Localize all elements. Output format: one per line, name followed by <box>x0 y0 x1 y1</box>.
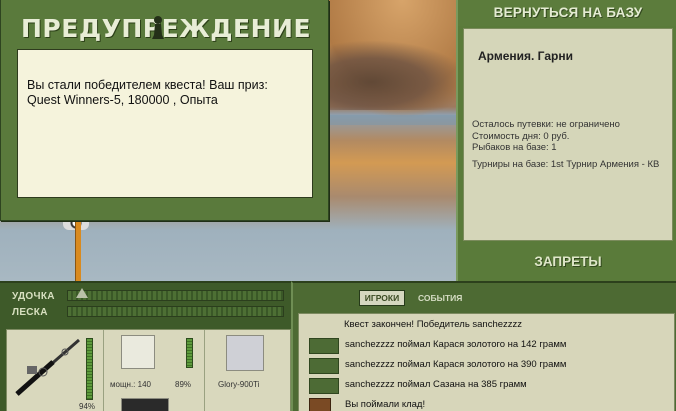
rod-meter-label: УДОЧКА <box>12 291 55 302</box>
chat-panel: ИГРОКИ СОБЫТИЯ Квест закончен! Победител… <box>291 281 676 411</box>
line-name: Glory-900Ti <box>218 380 260 389</box>
rod-durability-bar <box>86 338 93 400</box>
event-item: Вы поймали клад! <box>345 399 426 410</box>
fish-icon <box>309 378 339 394</box>
warning-dialog: ПРЕДУПРЕЖДЕНИЕ Вы стали победителем квес… <box>0 0 329 221</box>
warning-title: ПРЕДУПРЕЖДЕНИЕ <box>21 14 312 43</box>
event-item: sanchezzzz поймал Карася золотого на 142… <box>345 339 567 350</box>
warning-message-line: Quest Winners-5, 180000 , Опыта <box>27 93 218 107</box>
return-to-base-button[interactable]: ВЕРНУТЬСЯ НА БАЗУ <box>458 0 676 26</box>
base-info: Осталось путевки: не ограничено Стоимост… <box>472 119 668 170</box>
tournaments-info: Турниры на базе: 1st Турнир Армения - КВ <box>472 158 660 170</box>
rod-meter-pointer-icon <box>76 288 88 298</box>
mountain-shadow <box>330 40 456 110</box>
fish-icon <box>309 338 339 354</box>
tab-players[interactable]: ИГРОКИ <box>359 290 405 306</box>
line-spool-icon <box>226 335 264 371</box>
line-slot[interactable]: Glory-900Ti <box>206 330 292 411</box>
reel-power: мощн.: 140 <box>110 380 151 389</box>
tackle-panel: УДОЧКА ЛЕСКА 94% мощн.: 140 89% Glory-90… <box>0 281 291 411</box>
bait-icon <box>121 398 169 411</box>
base-panel: ВЕРНУТЬСЯ НА БАЗУ Армения. Гарни Осталос… <box>456 0 676 281</box>
base-name: Армения. Гарни <box>478 49 573 63</box>
reel-percent: 89% <box>175 380 192 389</box>
reel-icon <box>121 335 155 369</box>
event-item: Квест закончен! Победитель sanchezzzz <box>344 319 523 330</box>
rod-icon <box>15 338 80 396</box>
tab-events[interactable]: СОБЫТИЯ <box>418 290 462 306</box>
tackle-slots: 94% мощн.: 140 89% Glory-900Ti <box>6 329 291 411</box>
permits-info: Осталось путевки: не ограничено <box>472 119 620 130</box>
rod-slot[interactable]: 94% <box>7 330 104 411</box>
event-item: sanchezzzz поймал Карася золотого на 390… <box>345 359 567 370</box>
fishing-rod[interactable] <box>75 222 81 281</box>
reel-slot[interactable]: мощн.: 140 89% <box>105 330 205 411</box>
rod-percent: 94% <box>79 402 96 411</box>
bans-button[interactable]: ЗАПРЕТЫ <box>458 248 676 276</box>
warning-message: Вы стали победителем квеста! Ваш приз: Q… <box>17 49 313 198</box>
rod-tension-meter <box>67 290 284 301</box>
base-info-box: Армения. Гарни Осталось путевки: не огра… <box>463 28 673 241</box>
event-item: sanchezzzz поймал Сазана на 385 грамм <box>345 379 527 390</box>
line-tension-meter <box>67 306 284 317</box>
fish-icon <box>309 358 339 374</box>
line-meter-label: ЛЕСКА <box>12 307 48 318</box>
cost-info: Стоимость дня: 0 руб. <box>472 130 570 142</box>
treasure-chest-icon <box>309 398 331 411</box>
pawn-icon <box>152 16 164 39</box>
warning-message-line: Вы стали победителем квеста! Ваш приз: <box>27 78 268 92</box>
reel-durability-bar <box>186 338 193 368</box>
events-list: Квест закончен! Победитель sanchezzzz sa… <box>298 313 675 411</box>
anglers-info: Рыбаков на базе: 1 <box>472 142 557 153</box>
